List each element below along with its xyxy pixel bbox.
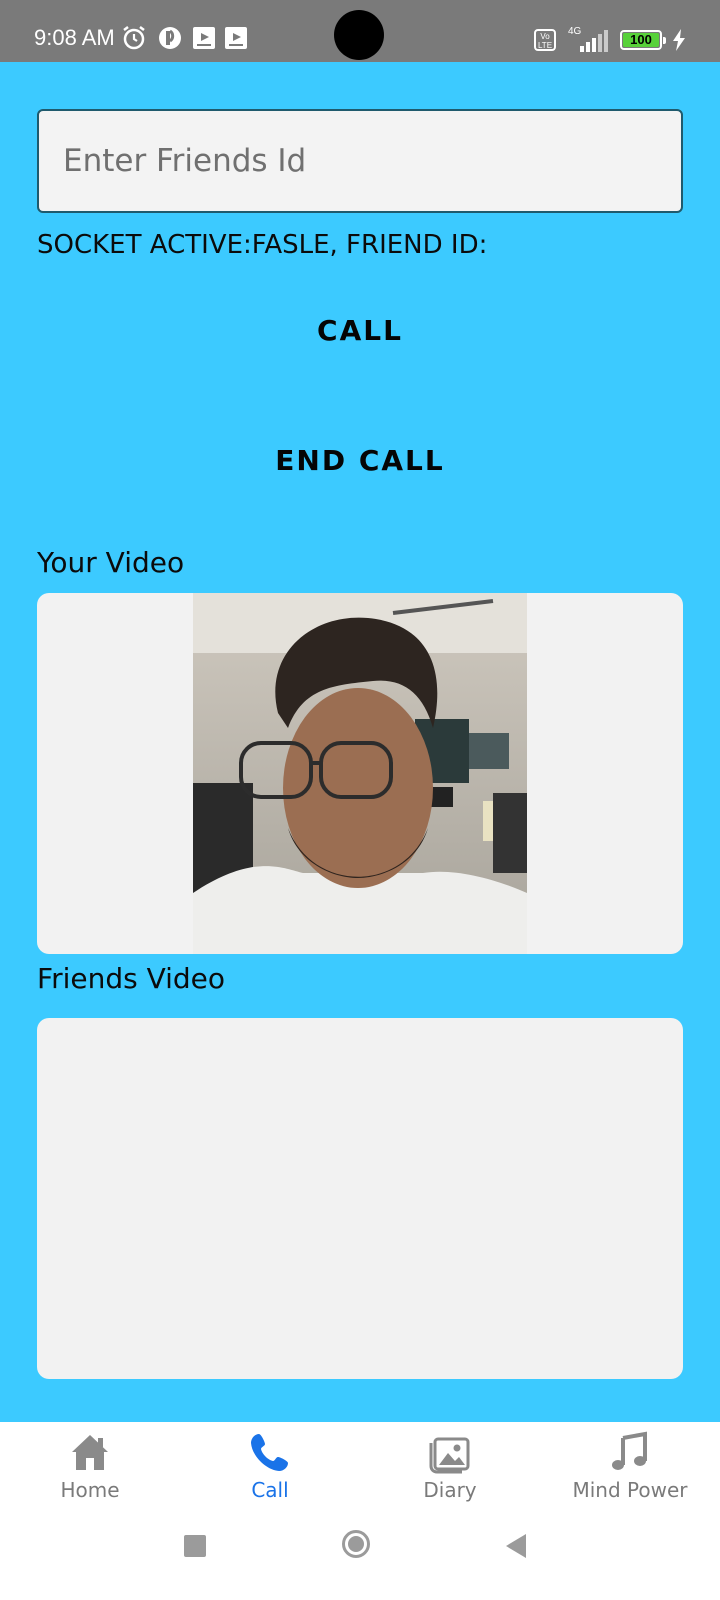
- video-notification-icon: [225, 27, 247, 49]
- camera-notch: [334, 10, 384, 60]
- music-note-icon: [612, 1431, 647, 1470]
- friend-id-input[interactable]: [37, 109, 683, 213]
- status-time: 9:08 AM: [34, 25, 115, 50]
- end-call-button[interactable]: END CALL: [160, 430, 560, 490]
- recent-apps-icon[interactable]: [184, 1535, 206, 1557]
- nav-item-mind-power[interactable]: Mind Power: [540, 1422, 720, 1512]
- alarm-icon: [123, 26, 145, 50]
- phone-icon: [251, 1434, 288, 1471]
- status-indicators: Vo LTE 4G 100: [534, 26, 686, 54]
- home-icon: [72, 1435, 108, 1470]
- volte-icon: Vo LTE: [534, 29, 556, 51]
- image-icon: [429, 1437, 470, 1474]
- call-button[interactable]: CALL: [160, 300, 560, 360]
- battery-icon: 100: [620, 30, 666, 50]
- your-video-label: Your Video: [37, 546, 185, 579]
- self-camera-preview: [193, 593, 527, 954]
- nav-item-call[interactable]: Call: [180, 1422, 360, 1512]
- charging-icon: [673, 29, 685, 51]
- friends-video-panel: [37, 1018, 683, 1379]
- nav-label-mind-power: Mind Power: [572, 1478, 688, 1502]
- back-icon[interactable]: [506, 1534, 526, 1558]
- network-type: 4G: [568, 26, 582, 37]
- nav-item-diary[interactable]: Diary: [360, 1422, 540, 1512]
- status-bar: 9:08 AM Vo LTE 4G 100: [0, 0, 720, 62]
- call-screen: SOCKET ACTIVE:FASLE, FRIEND ID: CALL END…: [0, 62, 720, 1422]
- home-circle-icon[interactable]: [342, 1530, 370, 1558]
- nav-item-home[interactable]: Home: [0, 1422, 180, 1512]
- app-notification-icon: [159, 27, 181, 49]
- nav-label-call: Call: [251, 1478, 289, 1502]
- nav-label-diary: Diary: [423, 1478, 477, 1502]
- friends-video-label: Friends Video: [37, 962, 226, 995]
- signal-icon: 4G: [566, 26, 610, 52]
- system-navigation-bar: [0, 1512, 720, 1600]
- socket-status-text: SOCKET ACTIVE:FASLE, FRIEND ID:: [37, 230, 488, 260]
- nav-label-home: Home: [60, 1478, 120, 1502]
- bottom-navigation: Home Call Diary Mind Power: [0, 1422, 720, 1513]
- video-notification-icon: [193, 27, 215, 49]
- battery-level: 100: [623, 33, 659, 47]
- your-video-panel: [37, 593, 683, 954]
